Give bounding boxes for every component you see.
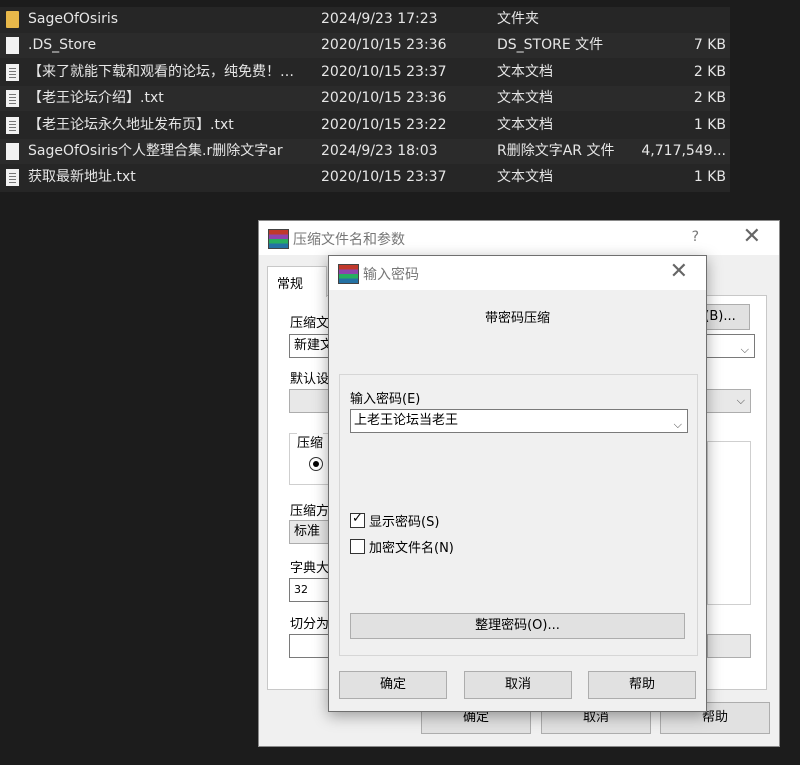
password-input[interactable]: 上老王论坛当老王 ⌵	[350, 409, 688, 433]
password-help-button[interactable]: 帮助	[588, 671, 696, 699]
organize-passwords-button[interactable]: 整理密码(O)...	[350, 613, 685, 639]
file-name: 【来了就能下载和观看的论坛，纯免费！…	[28, 64, 294, 80]
file-name: SageOfOsiris	[28, 11, 119, 27]
file-name: .DS_Store	[28, 37, 97, 53]
text-file-icon	[6, 169, 19, 186]
file-type: 文本文档	[497, 90, 553, 106]
file-name: SageOfOsiris个人整理合集.r删除文字ar	[28, 143, 283, 159]
file-row[interactable]: SageOfOsiris个人整理合集.r删除文字ar 2024/9/23 18:0…	[0, 139, 730, 164]
password-value: 上老王论坛当老王	[354, 413, 459, 428]
file-name: 【老王论坛介绍】.txt	[28, 90, 164, 106]
chevron-down-icon: ⌵	[736, 394, 745, 407]
archive-ok-label: 确定	[462, 710, 489, 725]
archive-dialog-title: 压缩文件名和参数	[293, 232, 405, 248]
chevron-down-icon[interactable]: ⌵	[674, 414, 682, 432]
file-name: 【老王论坛永久地址发布页】.txt	[28, 117, 234, 133]
compression-method-label: 压缩方	[290, 504, 330, 519]
dictionary-size-label: 字典大	[290, 561, 330, 576]
file-date: 2020/10/15 23:37	[321, 169, 447, 185]
file-list: SageOfOsiris 2024/9/23 17:23 文件夹 .DS_Store 2…	[0, 7, 730, 192]
winrar-icon	[268, 229, 289, 249]
file-type: 文件夹	[497, 11, 539, 27]
default-profile-label: 默认设	[290, 372, 330, 387]
text-file-icon	[6, 117, 19, 134]
encrypt-filenames-label[interactable]: 加密文件名(N)	[369, 537, 454, 556]
browse-button-label: (B)...	[704, 309, 736, 324]
password-dialog: 输入密码 ✕ 带密码压缩 输入密码(E) 上老王论坛当老王 ⌵ 显示密码(S) …	[328, 255, 707, 712]
file-row[interactable]: 【老王论坛永久地址发布页】.txt 2020/10/15 23:22 文本文档 1 K…	[0, 113, 730, 138]
file-size: 2 KB	[693, 90, 726, 106]
show-password-label[interactable]: 显示密码(S)	[369, 511, 439, 530]
file-date: 2024/9/23 18:03	[321, 143, 438, 159]
file-date: 2020/10/15 23:36	[321, 90, 447, 106]
file-icon	[6, 143, 19, 160]
archive-cancel-label: 取消	[582, 710, 609, 725]
encrypt-filenames-checkbox[interactable]	[350, 539, 365, 554]
file-row[interactable]: 【来了就能下载和观看的论坛，纯免费！… 2020/10/15 23:37 文本文档 2…	[0, 60, 730, 85]
password-dialog-titlebar: 输入密码 ✕	[329, 256, 706, 290]
password-label: 输入密码(E)	[350, 392, 421, 407]
password-dialog-heading: 带密码压缩	[484, 311, 550, 326]
text-file-icon	[6, 90, 19, 107]
password-ok-button[interactable]: 确定	[339, 671, 447, 699]
file-date: 2020/10/15 23:22	[321, 117, 447, 133]
file-type: 文本文档	[497, 117, 553, 133]
help-icon[interactable]: ?	[692, 229, 699, 245]
file-type: 文本文档	[497, 169, 553, 185]
archive-dialog-titlebar: 压缩文件名和参数 ? ✕	[259, 221, 779, 255]
file-date: 2024/9/23 17:23	[321, 11, 438, 27]
split-volumes-label: 切分为	[290, 617, 330, 632]
dictionary-size-value: 32	[294, 583, 308, 596]
file-icon	[6, 37, 19, 54]
tab-general-label: 常规	[277, 277, 304, 292]
right-panel-field[interactable]	[707, 634, 751, 658]
file-size: 4,717,549...	[641, 143, 726, 159]
file-row[interactable]: 【老王论坛介绍】.txt 2020/10/15 23:36 文本文档 2 KB	[0, 86, 730, 111]
winrar-icon	[338, 264, 359, 284]
text-file-icon	[6, 64, 19, 81]
password-cancel-label: 取消	[504, 677, 531, 692]
tab-general[interactable]: 常规	[267, 266, 327, 297]
file-type: 文本文档	[497, 64, 553, 80]
file-size: 1 KB	[693, 169, 726, 185]
file-size: 7 KB	[693, 37, 726, 53]
folder-icon	[6, 11, 19, 28]
compression-method-value: 标准	[294, 524, 321, 539]
file-name: 获取最新地址.txt	[28, 169, 136, 185]
file-type: R删除文字AR 文件	[497, 143, 615, 159]
close-icon[interactable]: ✕	[670, 259, 688, 285]
archive-name-label: 压缩文	[290, 316, 330, 331]
format-rar-radio[interactable]	[309, 457, 323, 471]
archive-help-label: 帮助	[701, 710, 728, 725]
chevron-down-icon: ⌵	[740, 343, 749, 356]
password-dialog-title: 输入密码	[363, 267, 419, 283]
password-cancel-button[interactable]: 取消	[464, 671, 572, 699]
file-size: 2 KB	[693, 64, 726, 80]
file-date: 2020/10/15 23:36	[321, 37, 447, 53]
file-row[interactable]: 获取最新地址.txt 2020/10/15 23:37 文本文档 1 KB	[0, 165, 730, 190]
show-password-checkbox[interactable]	[350, 511, 365, 528]
close-icon[interactable]: ✕	[743, 224, 761, 250]
password-ok-label: 确定	[379, 677, 406, 692]
organize-passwords-label: 整理密码(O)...	[475, 618, 560, 633]
file-row[interactable]: SageOfOsiris 2024/9/23 17:23 文件夹	[0, 7, 730, 32]
file-date: 2020/10/15 23:37	[321, 64, 447, 80]
file-size: 1 KB	[693, 117, 726, 133]
file-type: DS_STORE 文件	[497, 37, 604, 53]
options-group	[707, 441, 751, 605]
password-help-label: 帮助	[628, 677, 655, 692]
file-row[interactable]: .DS_Store 2020/10/15 23:36 DS_STORE 文件 7 KB	[0, 33, 730, 58]
archive-format-group-label: 压缩	[297, 432, 324, 451]
